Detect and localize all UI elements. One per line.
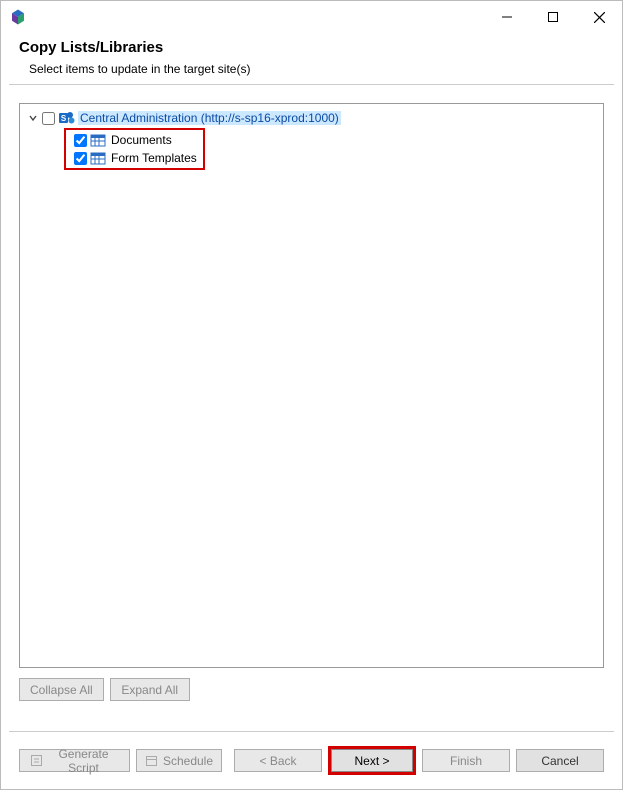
cancel-button[interactable]: Cancel [516,749,604,772]
window-controls [484,1,622,33]
tree-item-checkbox[interactable] [74,152,87,165]
page-header: Copy Lists/Libraries Select items to upd… [9,33,614,85]
script-icon [30,754,43,768]
schedule-icon [145,754,158,768]
tree-buttons: Collapse All Expand All [19,678,604,701]
generate-script-button[interactable]: Generate Script [19,749,130,772]
tree-root-checkbox[interactable] [42,112,55,125]
app-logo-icon [9,8,27,26]
schedule-button[interactable]: Schedule [136,749,222,772]
page-subtitle: Select items to update in the target sit… [19,62,604,76]
tree-item-label[interactable]: Documents [109,133,174,147]
body: S Central Administration (http://s-sp16-… [1,85,622,709]
next-button-highlight: Next > [328,746,416,775]
maximize-button[interactable] [530,1,576,33]
tree-item-documents[interactable]: Documents [70,131,199,149]
schedule-label: Schedule [163,754,213,768]
library-icon [90,132,106,148]
chevron-down-icon[interactable] [26,111,40,125]
next-button[interactable]: Next > [331,749,413,772]
tree-children-highlight: Documents Form Templates [64,128,205,170]
collapse-all-button[interactable]: Collapse All [19,678,104,701]
wizard-footer: Generate Script Schedule < Back Next > F… [9,731,614,789]
titlebar [1,1,622,33]
page-title: Copy Lists/Libraries [19,39,604,56]
svg-text:S: S [61,114,67,123]
back-button[interactable]: < Back [234,749,322,772]
finish-button[interactable]: Finish [422,749,510,772]
minimize-button[interactable] [484,1,530,33]
sharepoint-site-icon: S [59,110,75,126]
tree-panel[interactable]: S Central Administration (http://s-sp16-… [19,103,604,668]
tree-item-form-templates[interactable]: Form Templates [70,149,199,167]
close-button[interactable] [576,1,622,33]
tree-item-label[interactable]: Form Templates [109,151,199,165]
generate-script-label: Generate Script [48,747,119,775]
expand-all-button[interactable]: Expand All [110,678,190,701]
tree-item-checkbox[interactable] [74,134,87,147]
tree-root-label[interactable]: Central Administration (http://s-sp16-xp… [78,111,341,125]
dialog-window: Copy Lists/Libraries Select items to upd… [0,0,623,790]
library-icon [90,150,106,166]
tree-root-row[interactable]: S Central Administration (http://s-sp16-… [20,108,603,128]
